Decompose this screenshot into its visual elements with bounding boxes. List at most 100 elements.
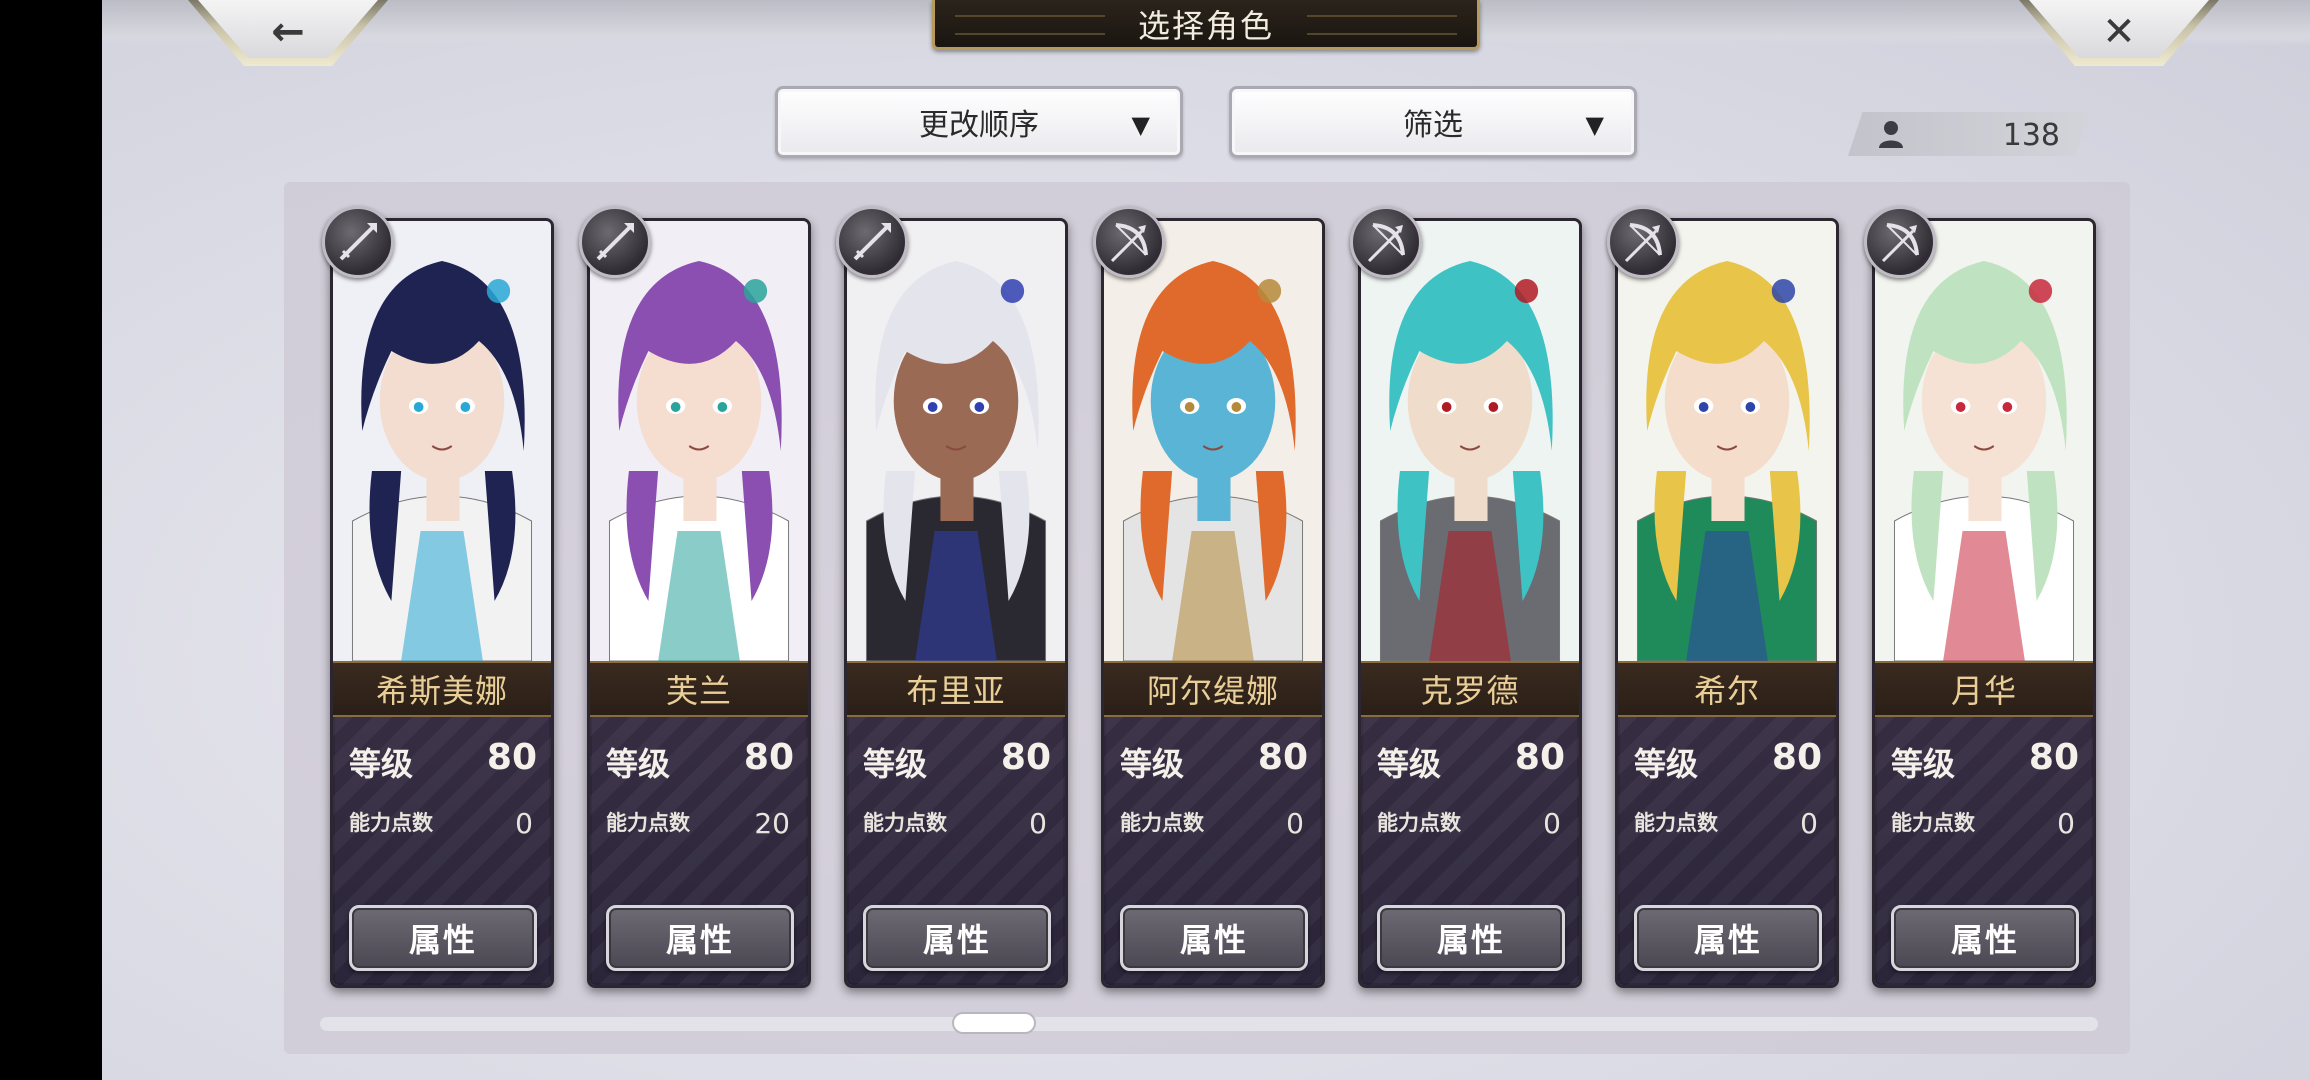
page-title: 选择角色: [1137, 6, 1274, 45]
attributes-button[interactable]: 属性: [1377, 905, 1565, 971]
level-label: 等级: [349, 745, 414, 783]
chevron-down-icon: ▼: [1131, 111, 1150, 139]
character-portrait[interactable]: [1104, 221, 1322, 661]
character-name-bar: 希尔: [1618, 661, 1836, 717]
attributes-button-label: 属性: [1436, 921, 1505, 959]
back-button[interactable]: ←: [188, 0, 388, 66]
sort-order-dropdown[interactable]: 更改顺序 ▼: [775, 86, 1183, 158]
character-stats: 等级 80 能力点数 0 属性: [847, 717, 1065, 985]
ability-points-label: 能力点数: [1120, 811, 1204, 835]
character-stats: 等级 80 能力点数 0 属性: [1618, 717, 1836, 985]
level-value: 80: [2028, 737, 2079, 778]
attributes-button[interactable]: 属性: [349, 905, 537, 971]
attributes-button[interactable]: 属性: [1891, 905, 2079, 971]
ability-points-value: 0: [1286, 807, 1304, 840]
level-value: 80: [1514, 737, 1565, 778]
scrollbar-thumb[interactable]: [952, 1012, 1036, 1034]
character-portrait[interactable]: [1361, 221, 1579, 661]
spear-icon: [579, 206, 651, 278]
spear-icon: [322, 206, 394, 278]
character-portrait[interactable]: [847, 221, 1065, 661]
character-name-bar: 希斯美娜: [333, 661, 551, 717]
ability-points-value: 0: [1543, 807, 1561, 840]
spear-icon: [836, 206, 908, 278]
character-stats: 等级 80 能力点数 0 属性: [1361, 717, 1579, 985]
person-icon: [1879, 121, 1903, 148]
character-portrait[interactable]: [1875, 221, 2093, 661]
attributes-button-label: 属性: [1950, 921, 2019, 959]
character-card[interactable]: 布里亚 等级 80 能力点数 0 属性: [844, 218, 1068, 988]
chevron-down-icon: ▼: [1585, 111, 1604, 139]
character-name-bar: 布里亚: [847, 661, 1065, 717]
horizontal-scrollbar[interactable]: [320, 1017, 2098, 1031]
character-name-bar: 阿尔缇娜: [1104, 661, 1322, 717]
ability-points-value: 0: [1800, 807, 1818, 840]
sort-order-label: 更改顺序: [919, 108, 1039, 143]
level-value: 80: [486, 737, 537, 778]
ability-points-label: 能力点数: [606, 811, 690, 835]
level-label: 等级: [1634, 745, 1699, 783]
attributes-button-label: 属性: [922, 921, 991, 959]
attributes-button[interactable]: 属性: [606, 905, 794, 971]
close-button[interactable]: ✕: [2019, 0, 2219, 66]
bow-icon: [1093, 206, 1165, 278]
ability-points-value: 0: [1029, 807, 1047, 840]
attributes-button[interactable]: 属性: [1120, 905, 1308, 971]
character-name: 月华: [1950, 672, 2017, 710]
level-label: 等级: [863, 745, 928, 783]
character-name: 芙兰: [665, 672, 732, 710]
bow-icon: [1350, 206, 1422, 278]
character-card[interactable]: 希斯美娜 等级 80 能力点数 0 属性: [330, 218, 554, 988]
character-name-bar: 芙兰: [590, 661, 808, 717]
attributes-button-label: 属性: [1179, 921, 1248, 959]
character-name: 布里亚: [906, 672, 1006, 710]
character-name: 阿尔缇娜: [1146, 672, 1279, 710]
filter-label: 筛选: [1403, 108, 1463, 143]
character-stats: 等级 80 能力点数 0 属性: [1104, 717, 1322, 985]
attributes-button-label: 属性: [665, 921, 734, 959]
character-select-screen: ← 选择角色 ✕ 更改顺序 ▼ 筛选 ▼ 138 希斯美娜 等级 80 能力点数…: [102, 0, 2310, 1080]
attributes-button[interactable]: 属性: [863, 905, 1051, 971]
character-portrait[interactable]: [333, 221, 551, 661]
attributes-button-label: 属性: [408, 921, 477, 959]
ability-points-label: 能力点数: [1634, 811, 1718, 835]
character-portrait[interactable]: [1618, 221, 1836, 661]
character-card[interactable]: 阿尔缇娜 等级 80 能力点数 0 属性: [1101, 218, 1325, 988]
level-value: 80: [1257, 737, 1308, 778]
filter-dropdown[interactable]: 筛选 ▼: [1229, 86, 1637, 158]
level-value: 80: [1771, 737, 1822, 778]
character-name-bar: 月华: [1875, 661, 2093, 717]
back-arrow-icon: ←: [271, 9, 305, 55]
character-card[interactable]: 克罗德 等级 80 能力点数 0 属性: [1358, 218, 1582, 988]
ability-points-value: 20: [754, 807, 790, 840]
character-card[interactable]: 芙兰 等级 80 能力点数 20 属性: [587, 218, 811, 988]
character-card[interactable]: 月华 等级 80 能力点数 0 属性: [1872, 218, 2096, 988]
close-icon: ✕: [2102, 9, 2136, 55]
character-name: 希斯美娜: [375, 672, 508, 710]
character-portrait[interactable]: [590, 221, 808, 661]
level-label: 等级: [606, 745, 671, 783]
level-label: 等级: [1377, 745, 1442, 783]
character-stats: 等级 80 能力点数 20 属性: [590, 717, 808, 985]
ability-points-label: 能力点数: [349, 811, 433, 835]
level-label: 等级: [1120, 745, 1185, 783]
attributes-button-label: 属性: [1693, 921, 1762, 959]
bow-icon: [1607, 206, 1679, 278]
character-stats: 等级 80 能力点数 0 属性: [1875, 717, 2093, 985]
level-value: 80: [743, 737, 794, 778]
title-banner: 选择角色: [932, 0, 1480, 50]
character-count: 138: [1848, 112, 2090, 156]
character-card[interactable]: 希尔 等级 80 能力点数 0 属性: [1615, 218, 1839, 988]
character-name: 希尔: [1693, 672, 1760, 710]
ability-points-value: 0: [2057, 807, 2075, 840]
ability-points-label: 能力点数: [1891, 811, 1975, 835]
ability-points-value: 0: [515, 807, 533, 840]
level-value: 80: [1000, 737, 1051, 778]
attributes-button[interactable]: 属性: [1634, 905, 1822, 971]
ability-points-label: 能力点数: [863, 811, 947, 835]
character-name-bar: 克罗德: [1361, 661, 1579, 717]
character-count-value: 138: [2002, 118, 2060, 153]
bow-icon: [1864, 206, 1936, 278]
level-label: 等级: [1891, 745, 1956, 783]
character-name: 克罗德: [1420, 672, 1520, 710]
